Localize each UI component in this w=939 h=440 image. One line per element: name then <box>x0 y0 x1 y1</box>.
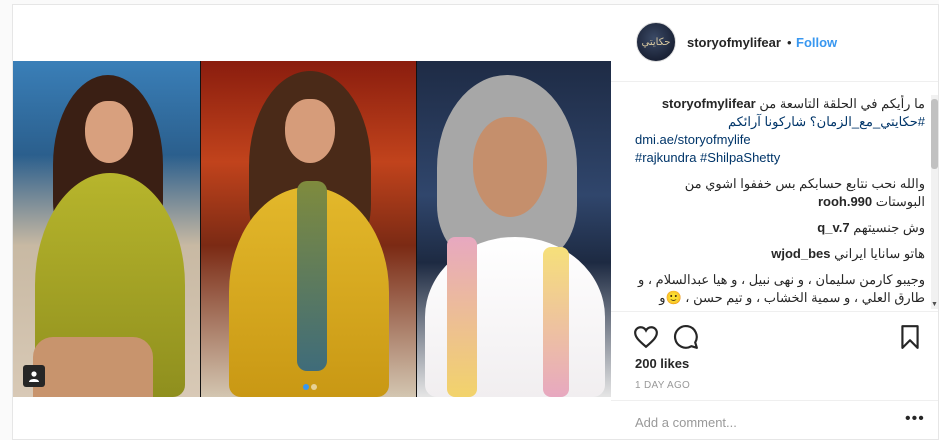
more-options-icon[interactable]: ••• <box>905 410 925 428</box>
carousel-indicators <box>303 377 327 390</box>
comment-username[interactable]: wjod_bes <box>771 246 830 261</box>
post-sidebar: حكايتي storyofmylifear • Follow ما رأيكم… <box>611 5 938 439</box>
avatar-text: حكايتي <box>641 36 671 48</box>
photo-panel-left <box>13 61 201 397</box>
post-header: حكايتي storyofmylifear • Follow <box>611 5 938 82</box>
caption-line-1: ما رأيكم في الحلقة التاسعة من storyofmyl… <box>661 96 925 111</box>
comments-scrollbar[interactable] <box>931 95 938 309</box>
username-link[interactable]: storyofmylifear <box>687 35 781 50</box>
carousel-dot <box>311 384 317 390</box>
caption-link[interactable]: dmi.ae/storyofmylife <box>635 131 925 149</box>
comments-list[interactable]: ما رأيكم في الحلقة التاسعة من storyofmyl… <box>635 95 925 307</box>
post-photo[interactable] <box>13 61 611 397</box>
add-comment-input[interactable] <box>633 411 887 433</box>
scroll-down-arrow-icon[interactable]: ▼ <box>931 301 938 309</box>
comment-item: وجيبو كارمن سليمان ، و نهى نبيل ، و هيا … <box>637 272 925 305</box>
caption-hashtags[interactable]: #rajkundra #ShilpaShetty <box>635 149 925 167</box>
photo-panel-right <box>417 61 611 397</box>
like-count[interactable]: 200 likes <box>635 356 689 371</box>
post-timestamp[interactable]: 1 DAY AGO <box>635 380 690 391</box>
tagged-users-icon[interactable] <box>23 365 45 387</box>
photo-panel-middle <box>201 61 417 397</box>
comment-icon[interactable] <box>673 324 699 350</box>
caption-line-2[interactable]: #حكايتي_مع_الزمان؟ شاركونا آرائكم <box>635 113 925 131</box>
scrollbar-thumb[interactable] <box>931 99 938 169</box>
comment-username[interactable]: rooh.990 <box>818 194 872 209</box>
bookmark-icon[interactable] <box>897 324 923 350</box>
comment-item: والله نحب نتابع حسابكم بس خففوا اشوي من … <box>684 176 925 209</box>
instagram-post: حكايتي storyofmylifear • Follow ما رأيكم… <box>12 4 939 440</box>
comment-item: وش جنسيتهم q_v.7 <box>817 220 925 235</box>
carousel-dot <box>303 384 309 390</box>
separator-bullet: • <box>787 35 792 50</box>
post-media <box>13 5 611 439</box>
post-actions <box>611 311 938 358</box>
heart-icon[interactable] <box>633 324 659 350</box>
caption-username[interactable]: storyofmylifear <box>662 96 756 111</box>
comment-item: هاتو سانايا ايراني wjod_bes <box>771 246 925 261</box>
comment-username[interactable]: q_v.7 <box>817 220 849 235</box>
follow-button[interactable]: Follow <box>796 35 837 50</box>
caption: ما رأيكم في الحلقة التاسعة من storyofmyl… <box>635 95 925 167</box>
avatar[interactable]: حكايتي <box>636 22 676 62</box>
add-comment-bar: ••• <box>611 400 938 440</box>
